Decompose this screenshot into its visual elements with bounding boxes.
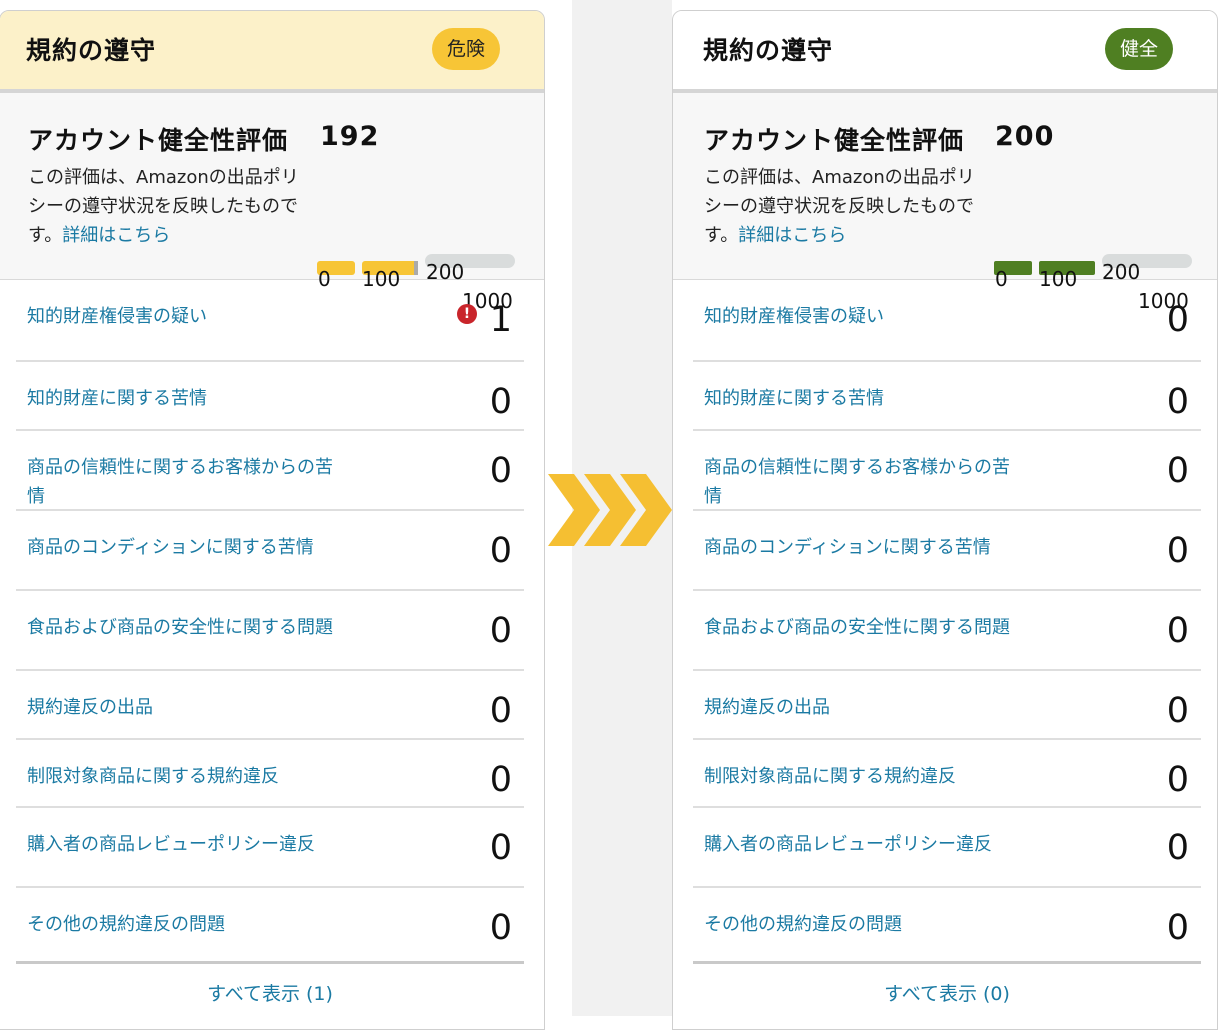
rating-title: アカウント健全性評価 [704, 126, 965, 155]
list-item[interactable]: 制限対象商品に関する規約違反 0 [693, 740, 1201, 808]
rating-description: この評価は、Amazonの出品ポリシーの遵守状況を反映したものです。詳細はこちら [28, 163, 308, 250]
list-item[interactable]: 購入者の商品レビューポリシー違反 0 [693, 808, 1201, 888]
row-count: 0 [1166, 382, 1189, 422]
learn-more-link[interactable]: 詳細はこちら [738, 225, 846, 246]
panel-header: 規約の遵守 危険 [0, 11, 544, 93]
rating-title: アカウント健全性評価 [28, 126, 289, 155]
violation-list: 知的財産権侵害の疑い 0 知的財産に関する苦情 0 商品の信頼性に関するお客様か… [693, 280, 1201, 962]
panel-title: 規約の遵守 [703, 36, 834, 65]
row-count: 0 [489, 531, 512, 571]
row-label[interactable]: 知的財産に関する苦情 [704, 384, 1014, 413]
row-label[interactable]: 商品のコンディションに関する苦情 [704, 533, 1014, 562]
rating-scale-bar [317, 254, 515, 275]
rating-score: 200 [995, 121, 1055, 152]
row-label[interactable]: 商品の信頼性に関するお客様からの苦情 [704, 453, 1014, 511]
list-item[interactable]: 知的財産権侵害の疑い ! 1 [16, 280, 524, 362]
footer-divider [16, 961, 524, 964]
row-count: 0 [1166, 760, 1189, 800]
list-item[interactable]: 規約違反の出品 0 [693, 671, 1201, 740]
violation-list: 知的財産権侵害の疑い ! 1 知的財産に関する苦情 0 商品の信頼性に関するお客… [16, 280, 524, 962]
account-health-rating: アカウント健全性評価 200 この評価は、Amazonの出品ポリシーの遵守状況を… [673, 93, 1217, 313]
row-label[interactable]: 知的財産権侵害の疑い [27, 302, 337, 331]
list-item[interactable]: 商品の信頼性に関するお客様からの苦情 0 [693, 431, 1201, 511]
row-label[interactable]: 食品および商品の安全性に関する問題 [27, 613, 337, 642]
row-count: 0 [489, 382, 512, 422]
list-item[interactable]: 知的財産に関する苦情 0 [693, 362, 1201, 431]
row-count: 0 [1166, 908, 1189, 948]
row-label[interactable]: 知的財産権侵害の疑い [704, 302, 1014, 331]
compliance-panel-after: 規約の遵守 健全 アカウント健全性評価 200 この評価は、Amazonの出品ポ… [672, 10, 1218, 1030]
rating-scale-bar [994, 254, 1192, 275]
row-count: 0 [1166, 451, 1189, 491]
list-item[interactable]: 制限対象商品に関する規約違反 0 [16, 740, 524, 808]
status-badge: 危険 [431, 28, 500, 70]
learn-more-link[interactable]: 詳細はこちら [62, 225, 170, 246]
list-item[interactable]: その他の規約違反の問題 0 [693, 888, 1201, 962]
triple-chevron-right-icon [548, 474, 672, 546]
list-item[interactable]: 商品のコンディションに関する苦情 0 [16, 511, 524, 591]
row-label[interactable]: 規約違反の出品 [704, 693, 1014, 722]
row-count: 0 [1166, 531, 1189, 571]
list-item[interactable]: 規約違反の出品 0 [16, 671, 524, 740]
panel-title: 規約の遵守 [26, 36, 157, 65]
row-label[interactable]: 購入者の商品レビューポリシー違反 [704, 830, 1014, 859]
list-item[interactable]: 商品の信頼性に関するお客様からの苦情 0 [16, 431, 524, 511]
row-count: 0 [489, 908, 512, 948]
show-all-link[interactable]: すべて表示 (0) [693, 979, 1201, 1006]
row-count: 0 [1166, 611, 1189, 651]
row-count: 0 [489, 828, 512, 868]
list-item[interactable]: その他の規約違反の問題 0 [16, 888, 524, 962]
status-badge: 健全 [1104, 28, 1173, 70]
list-item[interactable]: 商品のコンディションに関する苦情 0 [693, 511, 1201, 591]
row-label[interactable]: 制限対象商品に関する規約違反 [704, 762, 1014, 791]
row-count: 0 [1166, 300, 1189, 340]
row-count: 0 [489, 691, 512, 731]
row-label[interactable]: 購入者の商品レビューポリシー違反 [27, 830, 337, 859]
row-label[interactable]: その他の規約違反の問題 [704, 910, 1014, 939]
show-all-link[interactable]: すべて表示 (1) [16, 979, 524, 1006]
row-label[interactable]: 商品のコンディションに関する苦情 [27, 533, 337, 562]
row-count: 1 [489, 300, 512, 340]
list-item[interactable]: 食品および商品の安全性に関する問題 0 [16, 591, 524, 671]
rating-description: この評価は、Amazonの出品ポリシーの遵守状況を反映したものです。詳細はこちら [704, 163, 984, 250]
row-count: 0 [1166, 828, 1189, 868]
list-item[interactable]: 知的財産に関する苦情 0 [16, 362, 524, 431]
row-count: 0 [1166, 691, 1189, 731]
list-item[interactable]: 知的財産権侵害の疑い 0 [693, 280, 1201, 362]
rating-score: 192 [320, 121, 380, 152]
row-label[interactable]: 知的財産に関する苦情 [27, 384, 337, 413]
account-health-rating: アカウント健全性評価 192 この評価は、Amazonの出品ポリシーの遵守状況を… [0, 93, 544, 313]
footer-divider [693, 961, 1201, 964]
row-count: 0 [489, 611, 512, 651]
row-count: 0 [489, 760, 512, 800]
alert-icon: ! [457, 304, 477, 324]
row-count: 0 [489, 451, 512, 491]
compliance-panel-before: 規約の遵守 危険 アカウント健全性評価 192 この評価は、Amazonの出品ポ… [0, 10, 545, 1030]
row-label[interactable]: 制限対象商品に関する規約違反 [27, 762, 337, 791]
bar-level-marker [414, 261, 418, 275]
row-label[interactable]: 商品の信頼性に関するお客様からの苦情 [27, 453, 337, 511]
list-item[interactable]: 購入者の商品レビューポリシー違反 0 [16, 808, 524, 888]
list-item[interactable]: 食品および商品の安全性に関する問題 0 [693, 591, 1201, 671]
row-label[interactable]: 規約違反の出品 [27, 693, 337, 722]
panel-header: 規約の遵守 健全 [673, 11, 1217, 93]
row-label[interactable]: 食品および商品の安全性に関する問題 [704, 613, 1014, 642]
row-label[interactable]: その他の規約違反の問題 [27, 910, 337, 939]
